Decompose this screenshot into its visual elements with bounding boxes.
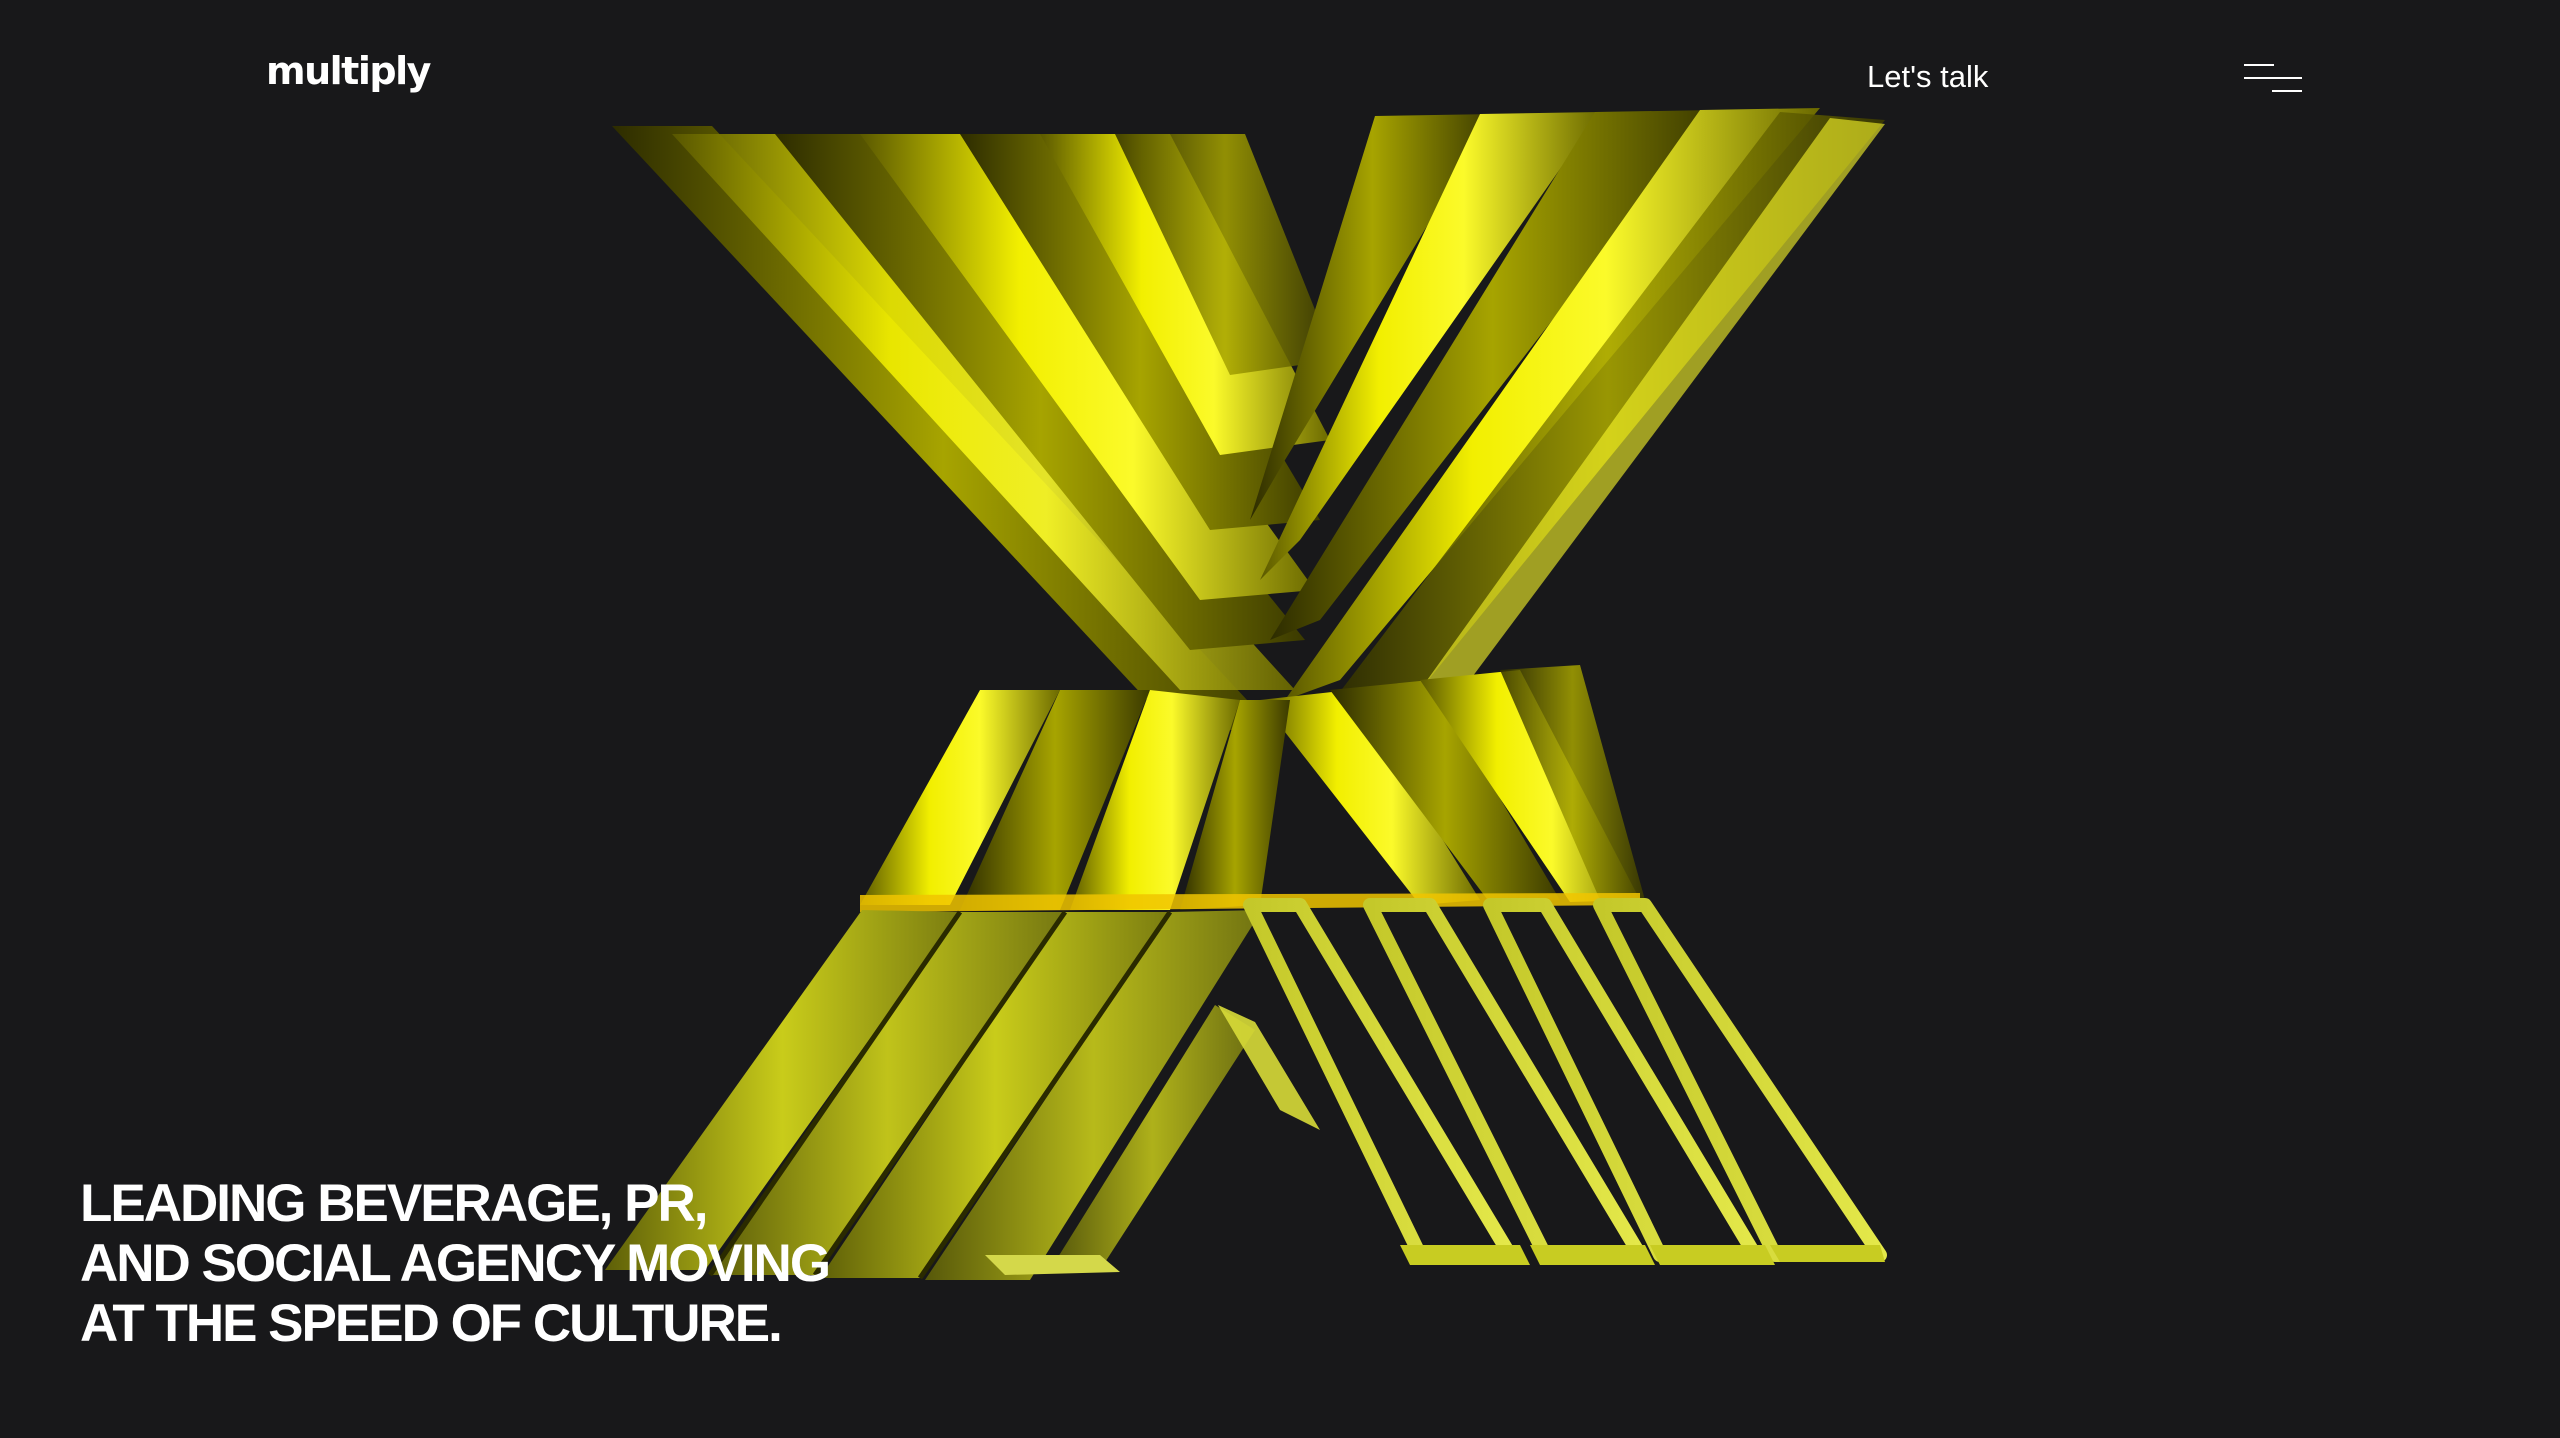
x-lower-right-legs [1243, 898, 1887, 1262]
x-lower-left-upper-bars [860, 690, 1290, 910]
menu-button[interactable] [2240, 58, 2304, 100]
tagline-line: AND SOCIAL AGENCY MOVING [80, 1234, 831, 1293]
x-lower-right-upper-bars [1260, 665, 1645, 905]
menu-line [2244, 77, 2302, 79]
logo[interactable]: multiply [266, 52, 431, 90]
x-upper-right-bars [1250, 108, 1885, 705]
tagline-line: AT THE SPEED OF CULTURE. [80, 1294, 783, 1353]
menu-line [2244, 64, 2274, 66]
hero-tagline: LEADING BEVERAGE, PR, AND SOCIAL AGENCY … [80, 1174, 831, 1354]
page: multiply Let's talk LEADING BEVERAGE, PR… [0, 0, 2560, 1438]
menu-line [2272, 90, 2302, 92]
lets-talk-link[interactable]: Let's talk [1867, 61, 1988, 92]
x-upper-left-bars [612, 126, 1335, 730]
x-lower-right-leg-caps [1400, 1245, 1885, 1265]
tagline-line: LEADING BEVERAGE, PR, [80, 1174, 708, 1233]
